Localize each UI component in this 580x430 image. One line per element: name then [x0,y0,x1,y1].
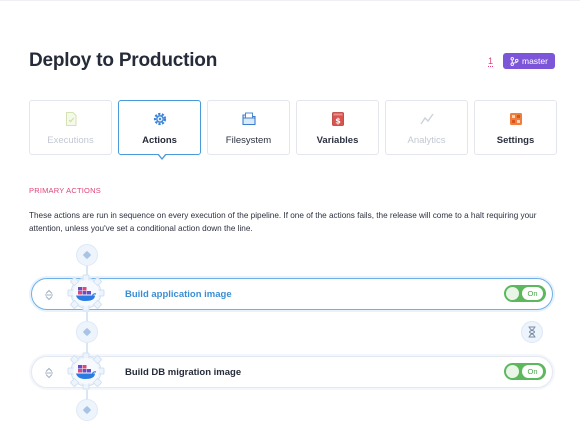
action-enabled-toggle[interactable]: On [504,285,546,302]
tab-variables[interactable]: $ Variables [296,100,379,155]
tab-label: Settings [496,135,535,146]
tab-label: Analytics [407,135,446,146]
tab-analytics[interactable]: Analytics [385,100,468,155]
tab-actions[interactable]: Actions [118,100,201,160]
docker-icon [76,287,97,301]
add-action-node[interactable] [76,399,98,421]
action-name: Build DB migration image [125,367,242,378]
tab-label: Filesystem [225,135,272,146]
svg-text:$: $ [335,117,341,126]
toggle-knob [506,287,519,300]
hourglass-icon[interactable] [521,321,543,343]
docker-icon [76,365,97,379]
toggle-label: On [522,365,543,378]
settings-grid-icon [508,111,524,127]
dollar-icon: $ [330,111,346,127]
document-icon [63,111,79,127]
tab-label: Actions [142,135,177,146]
section-label: PRIMARY ACTIONS [29,186,101,195]
gear-icon [152,111,168,127]
tab-settings[interactable]: Settings [474,100,557,155]
branch-name: master [522,56,548,66]
tab-label: Executions [47,135,94,146]
branch-icon [510,56,519,66]
action-name: Build application image [125,289,232,300]
add-action-node[interactable] [76,244,98,266]
action-row[interactable]: Build application image On [31,278,553,310]
folder-icon [241,111,257,127]
toggle-label: On [522,287,543,300]
drag-handle-icon[interactable] [43,288,55,301]
branch-badge[interactable]: master [503,53,555,69]
toggle-knob [506,365,519,378]
branch-count[interactable]: 1 [488,56,494,67]
action-row[interactable]: Build DB migration image On [31,356,553,388]
section-description: These actions are run in sequence on eve… [29,211,537,233]
top-divider [0,0,580,1]
drag-handle-icon[interactable] [43,366,55,379]
action-enabled-toggle[interactable]: On [504,363,546,380]
tab-label: Variables [316,135,359,146]
add-action-node[interactable] [76,321,98,343]
chart-line-icon [419,111,435,127]
page-title: Deploy to Production [29,50,218,71]
tab-filesystem[interactable]: Filesystem [207,100,290,155]
active-tab-caret [157,153,167,160]
tab-executions[interactable]: Executions [29,100,112,155]
